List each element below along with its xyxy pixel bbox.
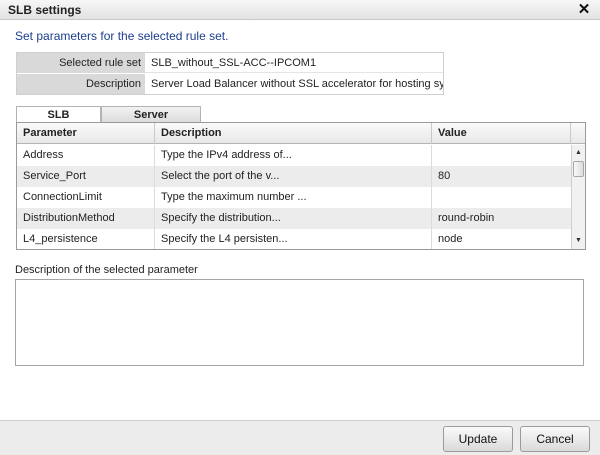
selected-rule-value: SLB_without_SSL-ACC--IPCOM1 (151, 57, 317, 69)
tab-server[interactable]: Server (101, 106, 201, 123)
rule-info-table: Selected rule set SLB_without_SSL-ACC--I… (16, 52, 444, 95)
parameter-cell: ConnectionLimit (17, 187, 155, 208)
window-title: SLB settings (8, 3, 82, 17)
parameter-cell: Service_Port (17, 166, 155, 187)
update-button[interactable]: Update (443, 426, 513, 452)
column-header-spacer (571, 123, 585, 144)
parameter-cell: DistributionMethod (17, 208, 155, 229)
value-cell[interactable] (432, 187, 571, 208)
column-header-value[interactable]: Value (432, 123, 571, 144)
cancel-button[interactable]: Cancel (520, 426, 590, 452)
parameter-grid: Parameter Description Value Address Type… (16, 122, 586, 250)
value-cell[interactable]: round-robin (432, 208, 571, 229)
scroll-down-icon[interactable]: ▼ (572, 235, 585, 247)
scroll-up-icon[interactable]: ▲ (572, 147, 585, 159)
instruction-text: Set parameters for the selected rule set… (15, 29, 229, 43)
parameter-cell: L4_persistence (17, 229, 155, 249)
grid-header: Parameter Description Value (17, 123, 585, 144)
rule-description-value: Server Load Balancer without SSL acceler… (151, 78, 443, 90)
description-cell: Type the maximum number ... (155, 187, 432, 208)
grid-body: Address Type the IPv4 address of... Serv… (17, 145, 571, 249)
column-header-parameter[interactable]: Parameter (17, 123, 155, 144)
table-row[interactable]: Address Type the IPv4 address of... (17, 145, 571, 166)
value-cell[interactable]: 80 (432, 166, 571, 187)
value-cell[interactable]: node (432, 229, 571, 249)
column-header-description[interactable]: Description (155, 123, 432, 144)
rule-description-row: Description Server Load Balancer without… (17, 74, 443, 94)
description-cell: Select the port of the v... (155, 166, 432, 187)
table-row[interactable]: L4_persistence Specify the L4 persisten.… (17, 229, 571, 249)
parameter-cell: Address (17, 145, 155, 166)
selected-parameter-description-box (15, 279, 584, 366)
tab-slb[interactable]: SLB (16, 106, 101, 123)
selected-rule-row: Selected rule set SLB_without_SSL-ACC--I… (17, 53, 443, 73)
dialog-footer: Update Cancel (0, 420, 600, 455)
rule-description-label: Description (17, 74, 145, 94)
description-cell: Specify the distribution... (155, 208, 432, 229)
selected-rule-label: Selected rule set (17, 53, 145, 73)
close-icon[interactable]: ✕ (576, 1, 592, 18)
description-cell: Specify the L4 persisten... (155, 229, 432, 249)
value-cell[interactable] (432, 145, 571, 166)
scrollbar-thumb[interactable] (573, 161, 584, 177)
description-cell: Type the IPv4 address of... (155, 145, 432, 166)
table-row[interactable]: Service_Port Select the port of the v...… (17, 166, 571, 187)
grid-scrollbar[interactable]: ▲ ▼ (571, 145, 585, 249)
selected-parameter-description-label: Description of the selected parameter (15, 264, 198, 276)
table-row[interactable]: DistributionMethod Specify the distribut… (17, 208, 571, 229)
title-bar: SLB settings ✕ (0, 0, 600, 20)
table-row[interactable]: ConnectionLimit Type the maximum number … (17, 187, 571, 208)
tab-bar: SLB Server (16, 106, 596, 123)
